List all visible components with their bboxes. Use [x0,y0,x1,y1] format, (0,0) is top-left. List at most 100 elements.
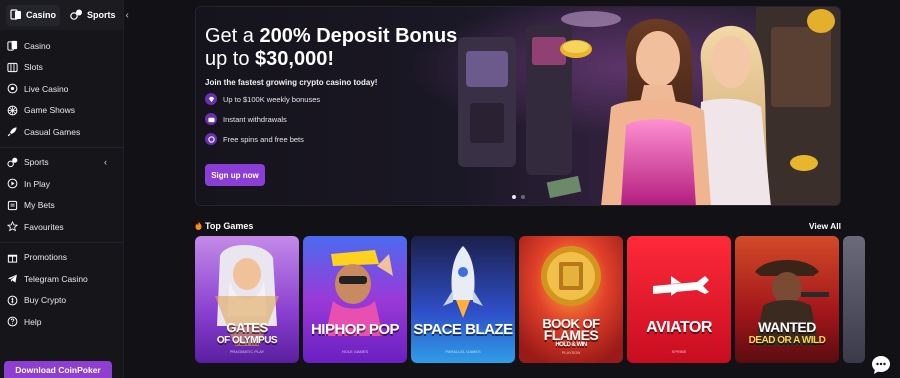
banner-subline: Join the fastest growing crypto casino t… [205,78,378,87]
game-art [303,236,407,363]
feature-item: Instant withdrawals [205,113,457,125]
chevron-left-icon[interactable]: ‹ [104,157,107,167]
sidebar-item-slots[interactable]: Slots [0,57,123,79]
sidebar-item-telegram-casino[interactable]: Telegram Casino [0,268,123,290]
feature-item: Free spins and free bets [205,133,457,145]
game-card-wanted-dead-or-a-wild[interactable]: WANTED DEAD OR A WILD [735,236,839,363]
sidebar-item-sports[interactable]: Sports ‹ [0,152,123,174]
sidebar-item-casino[interactable]: Casino [0,35,123,57]
sidebar-group-casino: Casino Slots Live Casino Game Shows Casu… [0,30,123,148]
banner-text: Get a 200% Deposit Bonus up to $30,000! … [205,25,457,145]
sidebar-item-live-casino[interactable]: Live Casino [0,78,123,100]
carousel-dot-1[interactable] [512,195,516,199]
fire-icon [195,220,202,232]
game-title: AVIATOR [646,319,712,336]
top-games-title-text: Top Games [205,221,254,231]
feature-text: Instant withdrawals [223,114,287,124]
feature-item: Up to $100K weekly bonuses [205,93,457,105]
game-card-partial[interactable] [843,236,865,363]
gift-icon [7,252,18,263]
game-subtitle: FLAMES [543,327,599,343]
carousel-dots [512,195,525,199]
sidebar-item-label: Promotions [24,252,67,263]
chat-icon[interactable] [870,354,892,376]
carousel-dot-2[interactable] [521,195,525,199]
sidebar-group-sports: Sports ‹ In Play My Bets Favourites [0,148,123,243]
game-title: SPACE BLAZE [413,321,513,338]
help-icon [7,316,18,327]
game-provider: PRAGMATIC PLAY [229,349,265,354]
sidebar-item-help[interactable]: Help [0,311,123,333]
sign-up-button[interactable]: Sign up now [205,164,265,186]
sidebar-item-label: Help [24,316,42,327]
sidebar-item-my-bets[interactable]: My Bets [0,195,123,217]
game-provider: PARALLEL GAMES [445,349,481,354]
top-games-header: Top Games View All [195,219,841,233]
sidebar-item-buy-crypto[interactable]: Buy Crypto [0,290,123,312]
sidebar-item-game-shows[interactable]: Game Shows [0,100,123,122]
sidebar-item-label: Favourites [24,221,64,232]
view-all-link[interactable]: View All [809,221,841,231]
sidebar-item-in-play[interactable]: In Play [0,173,123,195]
sidebar-item-label: My Bets [24,200,55,211]
sidebar-group-misc: Promotions Telegram Casino Buy Crypto He… [0,243,123,337]
rocket-icon [7,126,18,137]
sidebar: Casino Sports ‹ Casino Slots Live Casino… [0,0,129,378]
wheel-icon [7,105,18,116]
game-card-aviator[interactable]: AVIATOR SPRIBE [627,236,731,363]
sidebar-item-label: Game Shows [24,105,76,116]
sports-ball-icon [7,157,18,168]
game-card-space-blaze[interactable]: SPACE BLAZE PARALLEL GAMES [411,236,515,363]
headline-line2-pre: up to [205,48,256,70]
game-provider: SPRIBE [671,349,687,354]
feature-text: Free spins and free bets [223,134,304,144]
game-provider: PLAYSON [561,350,581,355]
coin-icon [7,295,18,306]
game-card-gates-of-olympus[interactable]: GATES OF OLYMPUS PRAGMATIC PLAY [195,236,299,363]
game-tagline: HOLD & WIN [555,342,587,348]
collapse-sidebar-icon[interactable]: ‹ [126,10,129,21]
ticket-icon [7,200,18,211]
top-games-title: Top Games [195,220,254,232]
tab-sports-label: Sports [87,10,116,20]
wallet-icon [205,113,217,125]
tab-casino-label: Casino [26,10,57,20]
roulette-icon [7,83,18,94]
star-icon [7,221,18,232]
headline-line2-bold: $30,000! [255,48,335,70]
download-coinpoker-button[interactable]: Download CoinPoker [4,361,112,378]
sidebar-item-label: Buy Crypto [24,295,67,306]
tab-casino[interactable]: Casino [6,4,61,26]
slot-machine-icon [7,62,18,73]
gem-icon [205,93,217,105]
game-card-book-of-flames[interactable]: BOOK OF FLAMES HOLD & WIN PLAYSON [519,236,623,363]
game-subtitle: OF OLYMPUS [216,335,278,346]
sidebar-item-promotions[interactable]: Promotions [0,247,123,269]
banner-headline: Get a 200% Deposit Bonus up to $30,000! [205,25,457,71]
sidebar-item-label: Slots [24,62,43,73]
sports-ball-icon [70,9,83,22]
sidebar-item-label: Telegram Casino [24,273,88,284]
feature-text: Up to $100K weekly bonuses [223,94,321,104]
telegram-icon [7,273,18,284]
game-title: HIPHOP POP [310,321,400,338]
sidebar-item-favourites[interactable]: Favourites [0,216,123,238]
cards-icon [7,40,18,51]
casino-cards-icon [10,8,22,22]
game-art [411,236,515,363]
play-circle-icon [7,178,18,189]
sidebar-item-label: In Play [24,178,50,189]
spin-icon [205,133,217,145]
sidebar-item-label: Casual Games [24,126,81,137]
app-root: Casino Sports ‹ Casino Slots Live Casino… [0,0,900,378]
game-subtitle: DEAD OR A WILD [748,335,826,346]
sidebar-top-tabs: Casino Sports ‹ [0,0,129,30]
sidebar-item-label: Casino [24,40,51,51]
sidebar-item-casual-games[interactable]: Casual Games [0,121,123,143]
headline-bold: 200% Deposit Bonus [259,25,458,47]
sidebar-item-label: Live Casino [24,83,69,94]
tab-sports[interactable]: Sports [66,5,120,26]
game-art [627,236,731,363]
promo-banner: Get a 200% Deposit Bonus up to $30,000! … [195,6,841,206]
game-card-hiphop-pop[interactable]: HIPHOP POP HOLE GAMES [303,236,407,363]
